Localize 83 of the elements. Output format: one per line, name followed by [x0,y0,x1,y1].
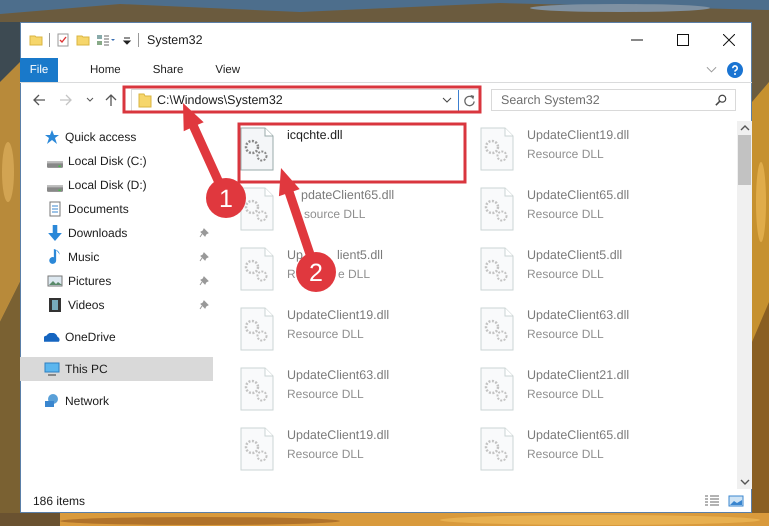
file-name[interactable]: UpdateClient65.dll [527,428,630,442]
view-icon[interactable] [96,32,116,48]
refresh-icon [463,94,476,106]
item-count: 186 items [33,494,86,508]
file-name[interactable]: UpdateClient63.dll [527,308,630,322]
star-icon [44,129,60,145]
sidebar-item[interactable]: Downloads [20,221,213,245]
properties-icon[interactable] [56,32,70,48]
file-name[interactable]: Up [287,248,303,262]
file-type: R [287,267,296,281]
film-icon [47,297,63,313]
ribbon-tab[interactable]: View [215,64,240,76]
sidebar-item[interactable]: Music [20,245,213,269]
sidebar-item[interactable]: Quick access [20,125,142,149]
address-path: C:\Windows\System32 [157,93,284,107]
pin-icon[interactable] [199,276,209,286]
file-type: Resource DLL [527,447,604,461]
pictures-icon [47,273,63,289]
file-name[interactable]: UpdateClient65.dll [527,188,630,202]
file-name[interactable]: UpdateClient19.dll [287,308,390,322]
up-icon[interactable] [104,93,118,107]
file-name[interactable]: lient5.dll [337,248,383,262]
sidebar-item[interactable]: Local Disk (D:) [20,173,151,197]
close-icon [723,34,735,46]
expand-ribbon-icon[interactable] [706,66,717,74]
file-name[interactable]: UpdateClient5.dll [527,248,622,262]
dll-file-icon[interactable] [240,187,274,231]
maximize-icon [677,34,689,46]
file-type: Resource DLL [527,207,604,221]
file-type: source DLL [304,207,366,221]
ribbon-tab[interactable]: Share [152,64,184,76]
forward-icon[interactable] [59,93,73,107]
ribbon-tab[interactable]: Home [90,64,121,76]
file-name[interactable]: icqchte.dll [287,128,343,142]
scrollbar-thumb[interactable] [738,135,751,185]
vertical-scrollbar[interactable] [737,121,752,489]
document-icon [47,201,63,217]
download-arrow-icon [47,225,63,241]
sidebar-item[interactable]: Local Disk (C:) [20,149,151,173]
cloud-icon [44,332,60,342]
details-view-icon[interactable] [704,494,720,508]
file-tab[interactable]: File [20,58,58,82]
monitor-icon [44,361,60,377]
pin-icon[interactable] [199,252,209,262]
file-type: Resource DLL [287,327,364,341]
dll-file-icon[interactable] [240,127,274,171]
search-icon[interactable] [715,94,727,106]
file-type: Resource DLL [527,387,604,401]
drive-icon [47,160,63,168]
minimize-icon [631,39,643,41]
file-type: Resource DLL [527,147,604,161]
file-name[interactable]: pdateClient65.dll [301,188,394,202]
drive-icon [47,184,63,192]
large-icons-view-icon[interactable] [728,494,744,508]
sidebar-item[interactable]: Network [20,389,213,413]
help-icon[interactable] [727,62,743,78]
file-name[interactable]: UpdateClient19.dll [527,128,630,142]
window-title: System32 [147,33,203,47]
file-type: Resource DLL [527,327,604,341]
pin-icon[interactable] [199,300,209,310]
pin-icon[interactable] [199,228,209,238]
file-type: Resource DLL [527,267,604,281]
scroll-down-icon[interactable] [740,479,750,485]
search-field[interactable]: Search System32 [491,89,736,111]
back-icon[interactable] [32,93,46,107]
sidebar-item[interactable]: OneDrive [20,325,213,349]
scroll-up-icon[interactable] [740,125,750,131]
recent-locations-caret-icon[interactable] [86,97,94,103]
file-name[interactable]: UpdateClient21.dll [527,368,630,382]
sidebar-item[interactable]: Pictures [20,269,213,293]
file-name[interactable]: UpdateClient63.dll [287,368,390,382]
dropdown-caret-icon[interactable] [442,97,452,103]
address-bar[interactable]: C:\Windows\System32 [131,88,481,112]
sidebar-item[interactable]: Videos [20,293,213,317]
file-type: e DLL [338,267,370,281]
file-type: Resource DLL [287,447,364,461]
sidebar-item[interactable]: Documents [20,197,133,221]
folder-icon [138,92,152,108]
file-name[interactable]: UpdateClient19.dll [287,428,390,442]
network-icon [44,393,60,409]
step-badge: 1 [206,178,246,218]
file-type: Resource DLL [287,387,364,401]
sidebar-item[interactable]: This PC [20,357,213,381]
